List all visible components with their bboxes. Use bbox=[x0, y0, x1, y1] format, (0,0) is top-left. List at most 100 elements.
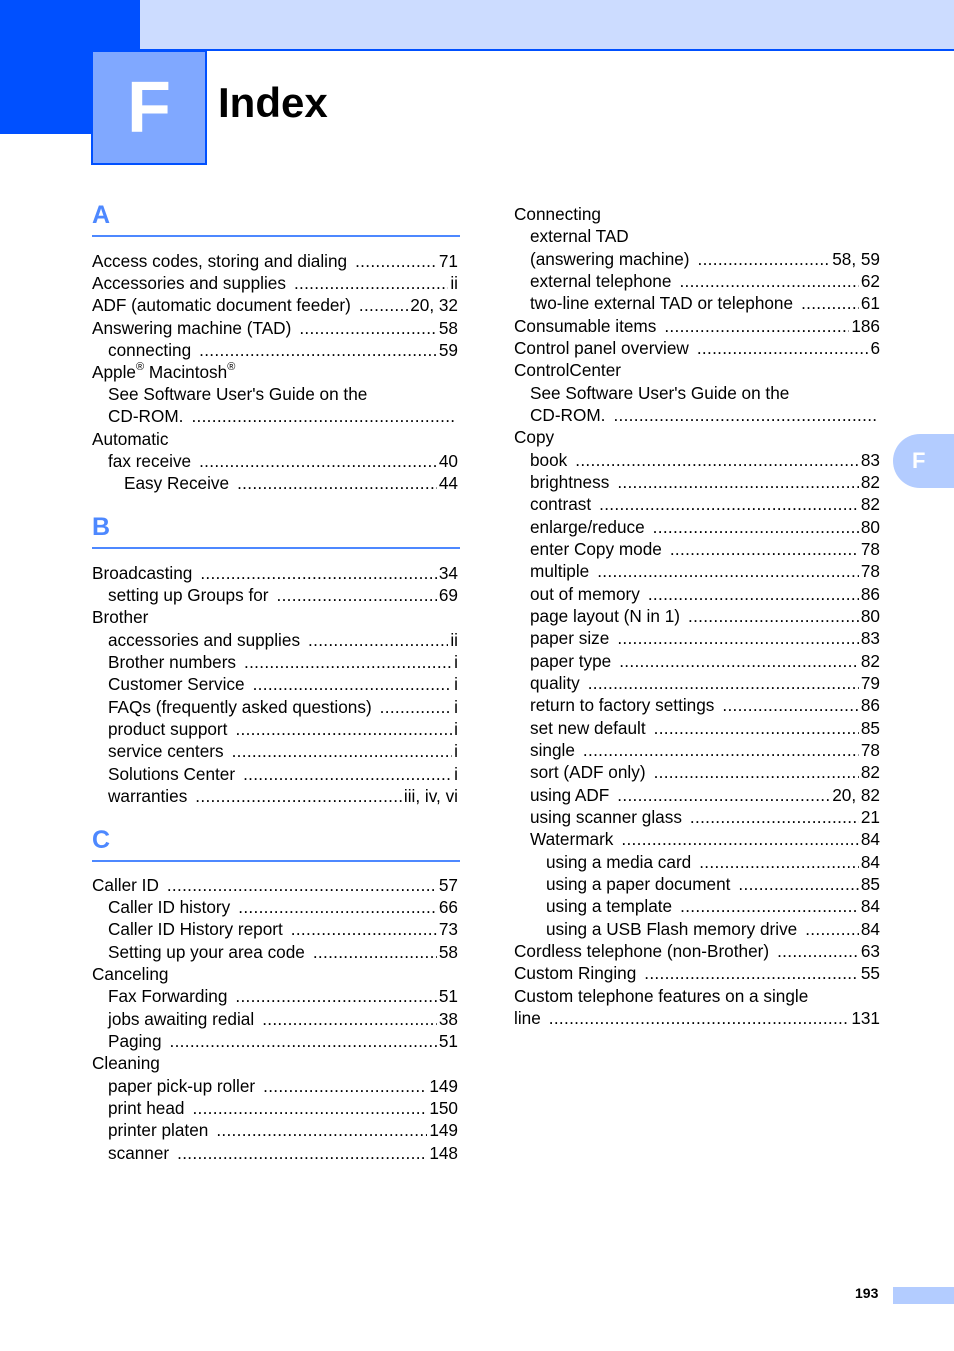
page-reference[interactable]: 63 bbox=[861, 940, 880, 962]
page-reference[interactable]: 131 bbox=[851, 1007, 880, 1029]
index-entry: out of memory 86 bbox=[514, 583, 880, 605]
index-entry: Automatic bbox=[92, 428, 458, 450]
index-entry: setting up Groups for 69 bbox=[92, 584, 458, 606]
page-reference[interactable]: 80 bbox=[861, 605, 880, 627]
index-entry: CD-ROM. bbox=[92, 405, 458, 427]
page-reference[interactable]: ii bbox=[450, 272, 458, 294]
page-reference[interactable]: 62 bbox=[861, 270, 880, 292]
dot-leader bbox=[621, 828, 858, 850]
chapter-header-band bbox=[140, 0, 954, 51]
page-reference[interactable]: 71 bbox=[439, 250, 458, 272]
page-reference[interactable]: 59 bbox=[439, 339, 458, 361]
page-reference[interactable]: 21 bbox=[861, 806, 880, 828]
page-reference[interactable]: 85 bbox=[861, 873, 880, 895]
dot-leader bbox=[738, 873, 858, 895]
index-term: return to factory settings bbox=[530, 695, 715, 715]
page-reference[interactable]: i bbox=[454, 696, 458, 718]
index-term: sort (ADF only) bbox=[530, 762, 646, 782]
page-reference[interactable]: i bbox=[454, 718, 458, 740]
dot-leader bbox=[294, 272, 448, 294]
index-term: Answering machine (TAD) bbox=[92, 318, 292, 338]
index-term: Watermark bbox=[530, 829, 614, 849]
page-reference[interactable]: 82 bbox=[861, 650, 880, 672]
index-entry: Canceling bbox=[92, 963, 458, 985]
page-reference[interactable]: iii, iv, vi bbox=[404, 785, 458, 807]
page-reference[interactable]: i bbox=[454, 651, 458, 673]
index-term: FAQs (frequently asked questions) bbox=[108, 697, 372, 717]
dot-leader bbox=[613, 404, 878, 426]
page-number: 193 bbox=[855, 1285, 879, 1301]
index-entry: Copy bbox=[514, 426, 880, 448]
page-reference[interactable]: 79 bbox=[861, 672, 880, 694]
page-reference[interactable]: 20, 82 bbox=[832, 784, 880, 806]
index-term: Accessories and supplies bbox=[92, 273, 286, 293]
page-reference[interactable]: 73 bbox=[439, 918, 458, 940]
index-term: Brother bbox=[92, 607, 149, 627]
index-entry: using ADF 20, 82 bbox=[514, 784, 880, 806]
page-reference[interactable]: 78 bbox=[861, 739, 880, 761]
page-reference[interactable]: 83 bbox=[861, 627, 880, 649]
page-reference[interactable]: 82 bbox=[861, 493, 880, 515]
page-reference[interactable]: 86 bbox=[861, 694, 880, 716]
page-reference[interactable]: ii bbox=[450, 629, 458, 651]
index-term: Cordless telephone (non-Brother) bbox=[514, 941, 770, 961]
page-reference[interactable]: 58 bbox=[439, 941, 458, 963]
page-reference[interactable]: 69 bbox=[439, 584, 458, 606]
page-reference[interactable]: 58 bbox=[439, 317, 458, 339]
page-reference[interactable]: 149 bbox=[429, 1119, 458, 1141]
dot-leader bbox=[722, 694, 859, 716]
dot-leader bbox=[617, 627, 859, 649]
page-reference[interactable]: 51 bbox=[439, 1030, 458, 1052]
dot-leader bbox=[237, 472, 437, 494]
index-term: Caller ID history bbox=[108, 897, 231, 917]
page-reference[interactable]: 55 bbox=[861, 962, 880, 984]
page-reference[interactable]: i bbox=[454, 763, 458, 785]
page-reference[interactable]: 82 bbox=[861, 471, 880, 493]
page-reference[interactable]: 57 bbox=[439, 874, 458, 896]
page-reference[interactable]: 66 bbox=[439, 896, 458, 918]
index-entry: external TAD bbox=[514, 225, 880, 247]
index-term: using ADF bbox=[530, 785, 610, 805]
page-reference[interactable]: 148 bbox=[429, 1142, 458, 1164]
page-reference[interactable]: 20, 32 bbox=[410, 294, 458, 316]
page-reference[interactable]: 44 bbox=[439, 472, 458, 494]
page-reference[interactable]: 82 bbox=[861, 761, 880, 783]
dot-leader bbox=[648, 583, 859, 605]
index-term: ControlCenter bbox=[514, 360, 621, 380]
index-entry: Watermark 84 bbox=[514, 828, 880, 850]
page-reference[interactable]: 34 bbox=[439, 562, 458, 584]
index-term: paper type bbox=[530, 651, 612, 671]
page-reference[interactable]: 150 bbox=[429, 1097, 458, 1119]
page-reference[interactable]: 51 bbox=[439, 985, 458, 1007]
page-reference[interactable]: 83 bbox=[861, 449, 880, 471]
page-reference[interactable]: 40 bbox=[439, 450, 458, 472]
index-entry: paper size 83 bbox=[514, 627, 880, 649]
dot-leader bbox=[355, 250, 437, 272]
page-reference[interactable]: 84 bbox=[861, 828, 880, 850]
page-reference[interactable]: 78 bbox=[861, 560, 880, 582]
index-term: setting up Groups for bbox=[108, 585, 269, 605]
index-entry: contrast 82 bbox=[514, 493, 880, 515]
page-reference[interactable]: 61 bbox=[861, 292, 880, 314]
page-reference[interactable]: 78 bbox=[861, 538, 880, 560]
index-term: Solutions Center bbox=[108, 764, 236, 784]
page-reference[interactable]: 86 bbox=[861, 583, 880, 605]
page-reference[interactable]: 149 bbox=[429, 1075, 458, 1097]
page-reference[interactable]: i bbox=[454, 740, 458, 762]
index-entry: external telephone 62 bbox=[514, 270, 880, 292]
page-reference[interactable]: 84 bbox=[861, 851, 880, 873]
index-entry: print head 150 bbox=[92, 1097, 458, 1119]
page-reference[interactable]: 80 bbox=[861, 516, 880, 538]
dot-leader bbox=[170, 1030, 437, 1052]
page-reference[interactable]: 58, 59 bbox=[832, 248, 880, 270]
page-reference[interactable]: 38 bbox=[439, 1008, 458, 1030]
page-reference[interactable]: 85 bbox=[861, 717, 880, 739]
index-term: Custom Ringing bbox=[514, 963, 637, 983]
page-reference[interactable]: 6 bbox=[870, 337, 880, 359]
page-reference[interactable]: 84 bbox=[861, 895, 880, 917]
index-term: set new default bbox=[530, 718, 646, 738]
page-reference[interactable]: 84 bbox=[861, 918, 880, 940]
page-reference[interactable]: 186 bbox=[851, 315, 880, 337]
dot-leader bbox=[680, 895, 859, 917]
page-reference[interactable]: i bbox=[454, 673, 458, 695]
